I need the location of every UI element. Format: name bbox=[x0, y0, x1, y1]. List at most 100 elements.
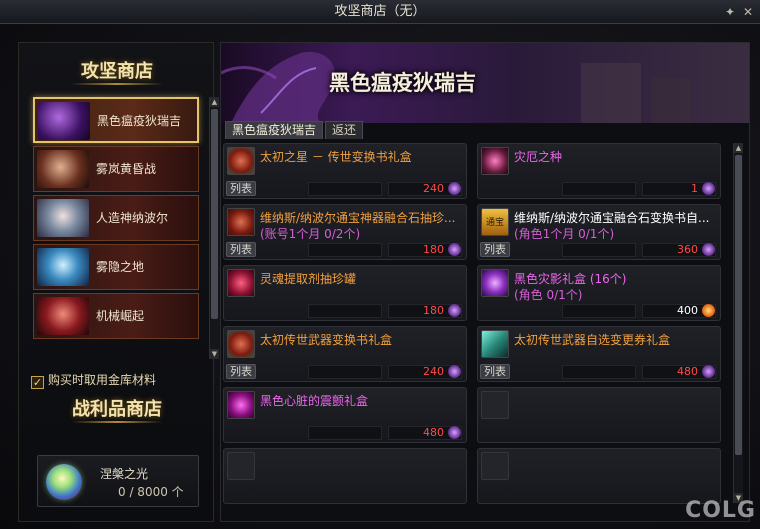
shop-item-hidden-land[interactable]: 雾隐之地 bbox=[33, 244, 199, 290]
item-price: 480 bbox=[677, 365, 698, 378]
empty-icon-slot bbox=[227, 452, 255, 480]
tab-diregie[interactable]: 黑色瘟疫狄瑞吉 bbox=[225, 121, 324, 139]
item-price: 180 bbox=[423, 304, 444, 317]
shop-window: 攻坚商店 黑色瘟疫狄瑞吉 雾岚黄昏战 人造神纳波尔 雾隐之地 机械崛起 ▲ ▼ … bbox=[0, 24, 760, 529]
empty-item-slot bbox=[477, 387, 721, 443]
nabel-thumbnail bbox=[37, 199, 89, 237]
shop-item-misty-dusk[interactable]: 雾岚黄昏战 bbox=[33, 146, 199, 192]
item-limit: (账号1个月 0/2个) bbox=[260, 227, 361, 241]
item-chest-icon bbox=[227, 330, 255, 358]
item-title: 太初传世武器自选变更券礼盒 bbox=[514, 333, 671, 347]
item-price: 240 bbox=[423, 182, 444, 195]
legend-soul-icon bbox=[448, 182, 461, 195]
soul-extract-jar-icon bbox=[227, 269, 255, 297]
shop-item-label: 人造神纳波尔 bbox=[96, 211, 169, 225]
list-button[interactable]: 列表 bbox=[480, 364, 510, 379]
item-slot[interactable]: 灾厄之种 1 bbox=[477, 143, 721, 199]
cost-slot bbox=[562, 182, 636, 196]
nirvana-light-icon bbox=[46, 464, 82, 500]
shop-content: 黑色瘟疫狄瑞吉 黑色瘟疫狄瑞吉 返还 太初之星 － 传世变换书礼盒 列表 240… bbox=[220, 42, 750, 522]
currency-amount: 0 / 8000 个 bbox=[118, 485, 184, 499]
vault-materials-label: 购买时取用金库材料 bbox=[48, 373, 157, 387]
item-title: 灵魂提取剂抽珍罐 bbox=[260, 272, 357, 286]
scroll-up-icon[interactable]: ▲ bbox=[734, 143, 743, 153]
shop-item-diregie[interactable]: 黑色瘟疫狄瑞吉 bbox=[33, 97, 199, 143]
shop-tabs: 黑色瘟疫狄瑞吉 返还 bbox=[225, 121, 365, 139]
item-chest-icon bbox=[227, 147, 255, 175]
item-price: 480 bbox=[423, 426, 444, 439]
item-slot[interactable]: 维纳斯/纳波尔通宝神器融合石抽珍... (账号1个月 0/2个) 列表 180 bbox=[223, 204, 467, 260]
cost-slot bbox=[308, 365, 382, 379]
banner-title: 黑色瘟疫狄瑞吉 bbox=[329, 70, 476, 95]
currency-panel: 涅槃之光 0 / 8000 个 bbox=[37, 455, 199, 507]
item-title: 维纳斯/纳波尔通宝融合石变换书自... bbox=[514, 211, 710, 225]
empty-item-slot bbox=[477, 448, 721, 504]
item-title: 黑色灾影礼盒 (16个) bbox=[514, 272, 627, 286]
item-slot[interactable]: 黑色灾影礼盒 (16个) (角色 0/1个) 400 bbox=[477, 265, 721, 321]
list-button[interactable]: 列表 bbox=[226, 242, 256, 257]
list-button[interactable]: 列表 bbox=[226, 364, 256, 379]
shop-list: 黑色瘟疫狄瑞吉 雾岚黄昏战 人造神纳波尔 雾隐之地 机械崛起 bbox=[33, 97, 203, 342]
item-price: 360 bbox=[677, 243, 698, 256]
item-price: 240 bbox=[423, 365, 444, 378]
cost-slot bbox=[562, 243, 636, 257]
shop-sidebar: 攻坚商店 黑色瘟疫狄瑞吉 雾岚黄昏战 人造神纳波尔 雾隐之地 机械崛起 ▲ ▼ … bbox=[18, 42, 219, 522]
item-slot[interactable]: 通宝 维纳斯/纳波尔通宝融合石变换书自... (角色1个月 0/1个) 列表 3… bbox=[477, 204, 721, 260]
colg-watermark: COLG bbox=[685, 498, 756, 523]
scroll-down-icon[interactable]: ▼ bbox=[210, 349, 219, 359]
title-divider bbox=[71, 83, 163, 85]
diregie-thumbnail bbox=[38, 102, 90, 140]
item-limit: (角色1个月 0/1个) bbox=[514, 227, 615, 241]
item-title: 维纳斯/纳波尔通宝神器融合石抽珍... bbox=[260, 211, 456, 225]
item-slot[interactable]: 太初之星 － 传世变换书礼盒 列表 240 bbox=[223, 143, 467, 199]
shop-item-label: 黑色瘟疫狄瑞吉 bbox=[97, 114, 182, 128]
black-heart-box-icon bbox=[227, 391, 255, 419]
dragon-artwork bbox=[221, 51, 691, 123]
shop-banner: 黑色瘟疫狄瑞吉 bbox=[221, 43, 749, 123]
window-titlebar: 攻坚商店（无） ✦ ✕ bbox=[0, 0, 760, 24]
hidden-land-thumbnail bbox=[37, 248, 89, 286]
legend-soul-icon bbox=[448, 243, 461, 256]
empty-icon-slot bbox=[481, 452, 509, 480]
scroll-thumb[interactable] bbox=[211, 109, 218, 319]
scroll-thumb[interactable] bbox=[735, 155, 742, 455]
pin-icon[interactable]: ✦ bbox=[722, 4, 738, 20]
tongbao-icon: 通宝 bbox=[481, 208, 509, 236]
cost-slot bbox=[308, 182, 382, 196]
item-slot[interactable]: 黑色心脏的震颤礼盒 480 bbox=[223, 387, 467, 443]
cost-slot bbox=[562, 304, 636, 318]
shop-list-scrollbar[interactable]: ▲ ▼ bbox=[209, 97, 219, 359]
legend-soul-icon bbox=[702, 243, 715, 256]
item-price: 400 bbox=[677, 304, 698, 317]
misty-dusk-thumbnail bbox=[37, 150, 89, 188]
list-button[interactable]: 列表 bbox=[480, 242, 510, 257]
tab-refund[interactable]: 返还 bbox=[325, 121, 364, 139]
item-title: 太初之星 － 传世变换书礼盒 bbox=[260, 150, 412, 164]
item-slot[interactable]: 太初传世武器变换书礼盒 列表 240 bbox=[223, 326, 467, 382]
title-divider bbox=[71, 421, 163, 423]
window-title: 攻坚商店（无） bbox=[334, 4, 426, 19]
loot-shop-title: 战利品商店 bbox=[72, 399, 162, 420]
shop-item-nabel[interactable]: 人造神纳波尔 bbox=[33, 195, 199, 241]
item-price: 1 bbox=[691, 182, 698, 195]
item-grid-scrollbar[interactable]: ▲ ▼ bbox=[733, 143, 743, 503]
item-chest-icon bbox=[227, 208, 255, 236]
mech-rise-thumbnail bbox=[37, 297, 89, 335]
vault-materials-checkbox[interactable]: ✓ bbox=[31, 376, 44, 389]
item-title: 黑色心脏的震颤礼盒 bbox=[260, 394, 369, 408]
list-button[interactable]: 列表 bbox=[226, 181, 256, 196]
item-price: 180 bbox=[423, 243, 444, 256]
close-icon[interactable]: ✕ bbox=[740, 4, 756, 20]
item-slot[interactable]: 太初传世武器自选变更券礼盒 列表 480 bbox=[477, 326, 721, 382]
vault-materials-option[interactable]: ✓ 购买时取用金库材料 bbox=[31, 371, 157, 389]
legend-soul-icon bbox=[702, 182, 715, 195]
shop-item-label: 雾岚黄昏战 bbox=[96, 162, 157, 176]
shop-item-mech-rise[interactable]: 机械崛起 bbox=[33, 293, 199, 339]
item-slot[interactable]: 灵魂提取剂抽珍罐 180 bbox=[223, 265, 467, 321]
scroll-up-icon[interactable]: ▲ bbox=[210, 97, 219, 107]
item-limit: (角色 0/1个) bbox=[514, 288, 583, 302]
empty-item-slot bbox=[223, 448, 467, 504]
shop-item-label: 雾隐之地 bbox=[96, 260, 145, 274]
weapon-ticket-icon bbox=[481, 330, 509, 358]
tongbao-label: 通宝 bbox=[485, 218, 504, 228]
